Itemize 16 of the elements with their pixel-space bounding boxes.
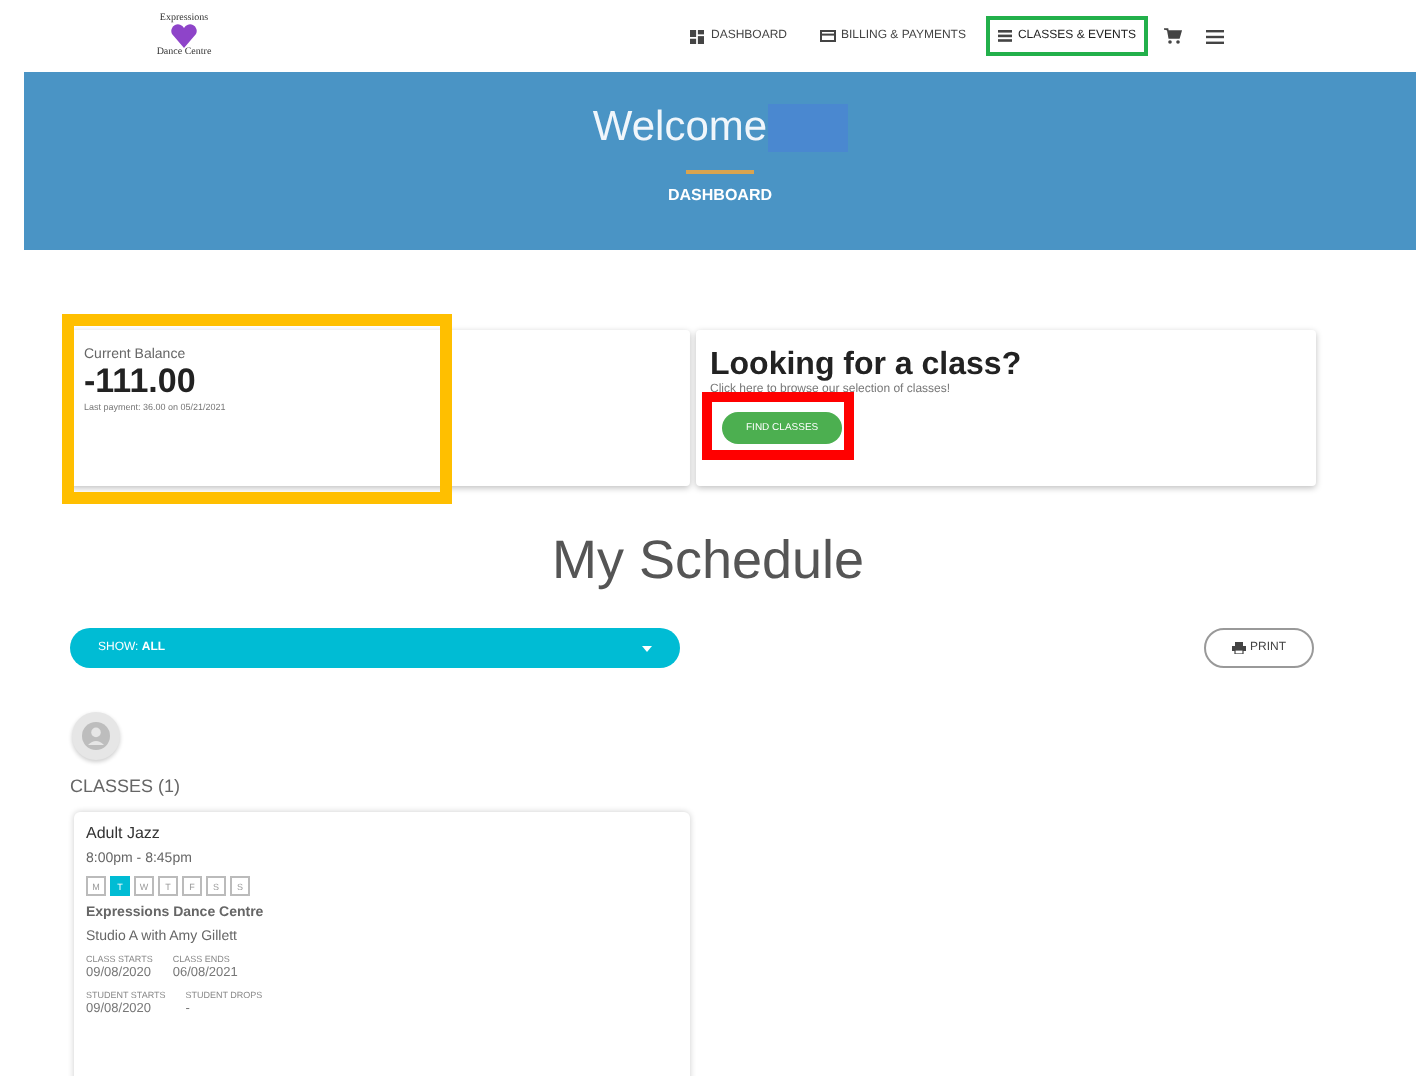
page-subtitle: DASHBOARD [668,186,772,204]
list-icon [997,30,1012,42]
credit-card-icon [819,30,835,42]
avatar-icon [72,712,120,760]
welcome-title: Welcome [592,104,768,152]
schedule-title: My Schedule [549,530,867,592]
cart-icon[interactable] [1164,28,1182,44]
class-name: Adult Jazz [86,824,162,842]
menu-icon[interactable] [1206,29,1224,43]
caret-icon [642,645,652,651]
heart-logo-icon [170,24,198,48]
card-title: Looking for a class? [710,348,1024,383]
section-heading: CLASSES (1) [70,776,183,796]
dashboard-icon [690,29,705,43]
printer-icon [1232,642,1246,654]
balance-amount: -111.00 [84,362,198,402]
